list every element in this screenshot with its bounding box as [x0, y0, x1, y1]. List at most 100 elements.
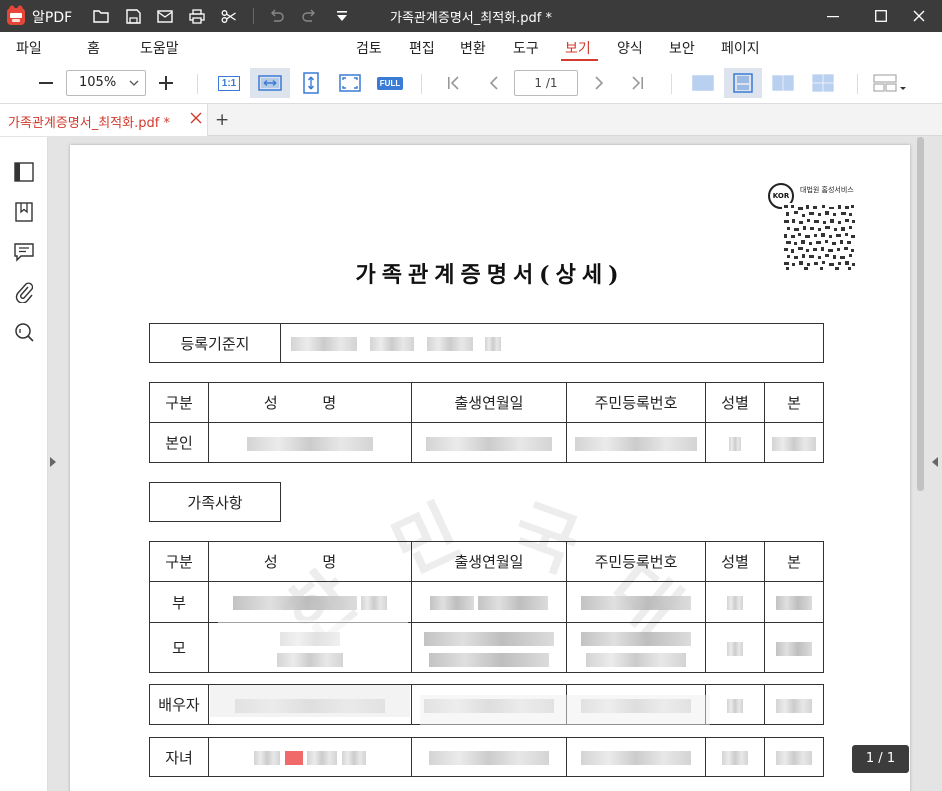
- add-tab-button[interactable]: +: [215, 110, 229, 130]
- zoom-select[interactable]: 105%: [66, 70, 146, 96]
- menu-review[interactable]: 검토: [356, 38, 382, 58]
- layout-options-button[interactable]: [870, 68, 910, 98]
- redacted-text: [232, 596, 357, 610]
- close-tab-icon[interactable]: [190, 112, 202, 128]
- minimize-button[interactable]: [810, 0, 856, 32]
- column-header: 본: [764, 382, 824, 423]
- undo-icon[interactable]: [268, 7, 286, 25]
- table-cell: [208, 422, 412, 463]
- family-table: 구분 성 명 출생연월일 주민등록번호 성별 본 부 모: [149, 541, 824, 673]
- title-bar: 알PDF 가족관계증명서_최적화.pdf *: [0, 0, 942, 32]
- attachment-icon[interactable]: [13, 281, 35, 303]
- redacted-text: [776, 698, 812, 713]
- row-label: 부: [149, 581, 209, 623]
- table-cell: [411, 422, 567, 463]
- pdf-page: 민 국 대 한 KOR 대법원 홈성서비스 가족관계증명서(상세) 등록기준: [70, 145, 910, 791]
- single-page-view-button[interactable]: [686, 68, 720, 98]
- scissors-icon[interactable]: [220, 7, 238, 25]
- redaction-overlay: [218, 620, 408, 650]
- previous-page-button[interactable]: [481, 68, 507, 98]
- vertical-scrollbar[interactable]: [915, 137, 927, 791]
- menu-home[interactable]: 홈: [87, 38, 100, 58]
- redacted-text: [581, 596, 691, 610]
- self-table: 구분 성 명 출생연월일 주민등록번호 성별 본 본인: [149, 382, 824, 463]
- table-cell: [566, 581, 706, 623]
- grid-view-button[interactable]: [806, 68, 840, 98]
- mail-icon[interactable]: [156, 7, 174, 25]
- left-sidebar: [0, 137, 48, 791]
- redacted-text: [575, 436, 697, 451]
- menu-page[interactable]: 페이지: [721, 38, 760, 58]
- document-tab[interactable]: 가족관계증명서_최적화.pdf *: [0, 104, 208, 136]
- expand-right-panel-icon[interactable]: [932, 457, 938, 467]
- registration-label: 등록기준지: [149, 323, 281, 363]
- next-page-button[interactable]: [586, 68, 612, 98]
- zoom-out-button[interactable]: [34, 68, 58, 98]
- table-cell: [208, 581, 412, 623]
- column-header: 주민등록번호: [566, 382, 706, 423]
- toolbar-separator: [857, 74, 858, 94]
- app-name: 알PDF: [32, 10, 73, 26]
- column-header: 성 명: [208, 382, 412, 423]
- fit-height-button[interactable]: [296, 68, 326, 98]
- toolbar-separator: [253, 8, 254, 24]
- redacted-text: [284, 751, 303, 765]
- page-number-input[interactable]: 1 /1: [514, 70, 578, 96]
- folder-icon[interactable]: [92, 7, 110, 25]
- fit-page-button[interactable]: [334, 68, 366, 98]
- redacted-text: [727, 698, 743, 713]
- thumbnail-panel-icon[interactable]: [13, 161, 35, 183]
- child-table: 자녀: [149, 737, 824, 777]
- bookmark-icon[interactable]: [13, 201, 35, 223]
- search-icon[interactable]: [13, 321, 35, 343]
- save-icon[interactable]: [124, 7, 142, 25]
- table-cell: [764, 684, 824, 725]
- full-screen-button[interactable]: FULL: [374, 68, 406, 98]
- redacted-text: [776, 641, 812, 656]
- two-page-view-button[interactable]: [766, 68, 800, 98]
- expand-left-panel-icon[interactable]: [50, 457, 56, 467]
- actual-size-button[interactable]: 1:1: [214, 68, 244, 98]
- fit-width-button[interactable]: [250, 68, 290, 98]
- zoom-in-button[interactable]: [154, 68, 178, 98]
- table-cell: [764, 737, 824, 777]
- menu-edit[interactable]: 편집: [409, 38, 435, 58]
- toolbar-separator: [421, 74, 422, 94]
- menu-file[interactable]: 파일: [16, 38, 42, 58]
- redacted-text: [429, 652, 549, 667]
- dropdown-icon[interactable]: [333, 7, 351, 25]
- menu-security[interactable]: 보안: [669, 38, 695, 58]
- first-page-button[interactable]: [440, 68, 466, 98]
- redacted-text: [729, 436, 741, 451]
- scrollbar-thumb[interactable]: [917, 137, 924, 491]
- redacted-text: [277, 652, 343, 667]
- comment-icon[interactable]: [13, 241, 35, 263]
- table-cell: [764, 581, 824, 623]
- table-cell: [764, 422, 824, 463]
- row-label: 자녀: [149, 737, 209, 777]
- document-title: 가족관계증명서(상세): [355, 262, 625, 288]
- column-header: 성별: [705, 541, 765, 582]
- column-header: 구분: [149, 382, 209, 423]
- registration-table: 등록기준지: [149, 323, 824, 363]
- menu-help[interactable]: 도움말: [140, 38, 179, 58]
- menu-tools[interactable]: 도구: [513, 38, 539, 58]
- redo-icon[interactable]: [300, 7, 318, 25]
- document-tab-label: 가족관계증명서_최적화.pdf *: [8, 116, 170, 131]
- print-icon[interactable]: [188, 7, 206, 25]
- redacted-text: [772, 436, 816, 451]
- redacted-text: [485, 337, 502, 351]
- table-cell: [411, 737, 567, 777]
- redacted-text: [581, 631, 691, 646]
- close-button[interactable]: [896, 0, 942, 32]
- redacted-text: [722, 751, 748, 765]
- menu-convert[interactable]: 변환: [460, 38, 486, 58]
- menu-view[interactable]: 보기: [565, 38, 591, 58]
- redacted-text: [426, 436, 552, 451]
- menu-form[interactable]: 양식: [617, 38, 643, 58]
- table-cell: [764, 622, 824, 673]
- last-page-button[interactable]: [625, 68, 651, 98]
- continuous-view-button[interactable]: [724, 68, 762, 98]
- column-header: 출생연월일: [411, 382, 567, 423]
- row-label: 모: [149, 622, 209, 673]
